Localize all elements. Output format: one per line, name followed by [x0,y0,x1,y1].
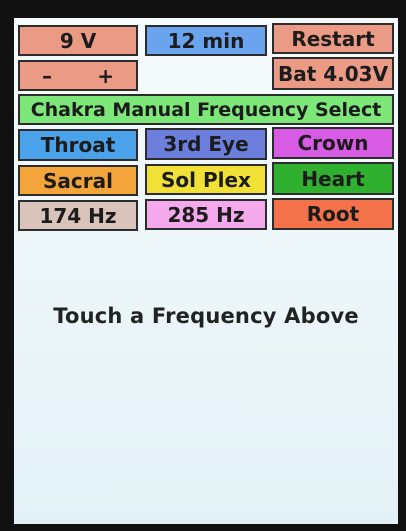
third-eye-button[interactable]: 3rd Eye [145,128,267,160]
minus-button[interactable]: – [42,64,52,88]
voltage-button[interactable]: 9 V [18,25,138,56]
battery-status: Bat 4.03V [272,57,394,90]
restart-button[interactable]: Restart [272,23,394,54]
hz-174-button[interactable]: 174 Hz [18,200,138,231]
timer-button[interactable]: 12 min [145,25,267,56]
plus-button[interactable]: + [97,64,114,88]
hz-285-button[interactable]: 285 Hz [145,199,267,230]
adjust-stepper[interactable]: – + [18,60,138,91]
crown-button[interactable]: Crown [272,127,394,159]
heart-button[interactable]: Heart [272,162,394,195]
throat-button[interactable]: Throat [18,129,138,161]
sacral-button[interactable]: Sacral [18,165,138,196]
instruction-message: Touch a Frequency Above [53,304,359,328]
root-button[interactable]: Root [272,198,394,230]
sol-plex-button[interactable]: Sol Plex [145,164,267,195]
section-title: Chakra Manual Frequency Select [18,94,394,125]
lcd-screen: 9 V 12 min Restart – + Bat 4.03V Chakra … [14,18,398,524]
